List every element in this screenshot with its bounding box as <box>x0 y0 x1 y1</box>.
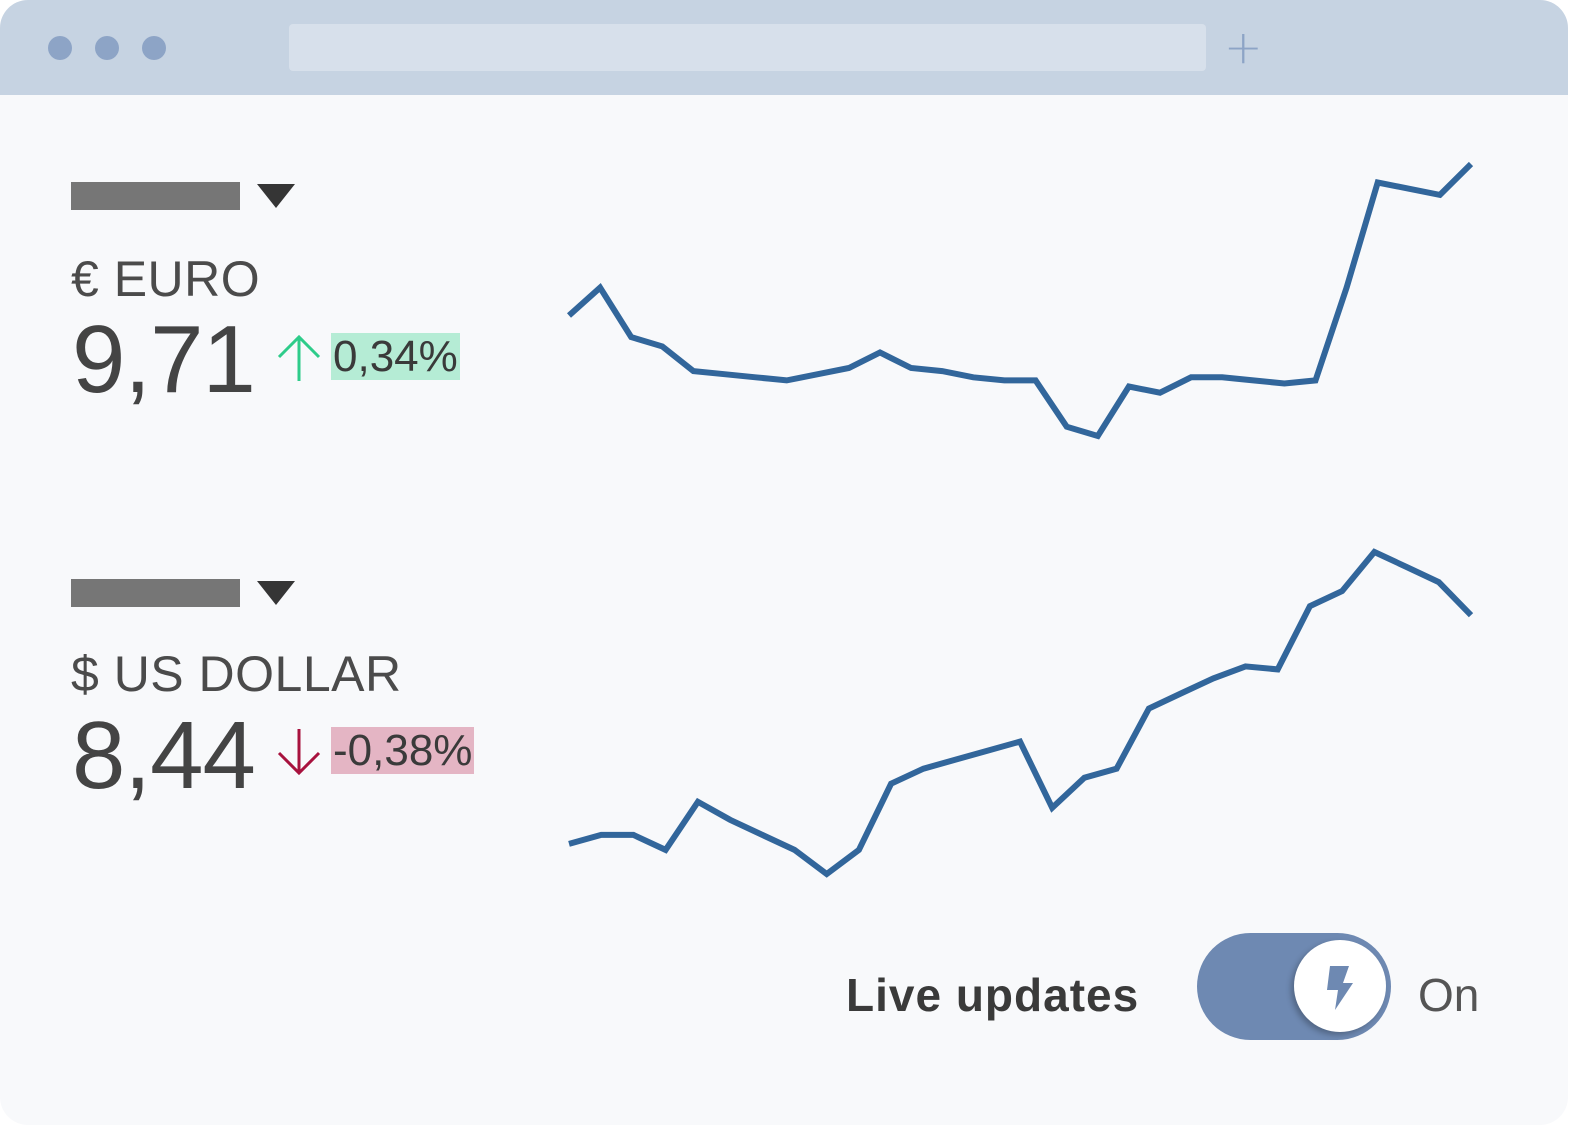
change-badge-usd: -0,38% <box>331 726 475 775</box>
currency-selector-usd[interactable] <box>71 579 311 609</box>
sparkline-path <box>568 548 1474 878</box>
rate-value-euro: 9,71 <box>72 306 256 413</box>
toggle-knob[interactable] <box>1294 940 1386 1032</box>
minimize-window-dot[interactable] <box>95 36 119 60</box>
app-window: + € EURO 9,71 0,34% $ US DOLLAR 8,44 -0,… <box>0 0 1568 1125</box>
selector-placeholder-bar <box>71 579 240 607</box>
caret-down-icon <box>257 581 295 605</box>
close-window-dot[interactable] <box>48 36 72 60</box>
change-badge-euro: 0,34% <box>331 332 460 381</box>
sparkline-euro <box>566 161 1474 440</box>
live-updates-label: Live updates <box>846 969 1140 1021</box>
currency-name-usd: $ US DOLLAR <box>71 646 402 702</box>
new-tab-button[interactable]: + <box>1224 18 1263 76</box>
selector-placeholder-bar <box>71 182 240 210</box>
address-bar[interactable] <box>289 24 1206 71</box>
caret-down-icon <box>257 184 295 208</box>
sparkline-path <box>566 161 1474 440</box>
currency-name-euro: € EURO <box>71 251 261 307</box>
arrow-down-icon <box>277 729 321 776</box>
currency-selector-euro[interactable] <box>71 182 311 212</box>
browser-titlebar: + <box>0 0 1568 95</box>
maximize-window-dot[interactable] <box>142 36 166 60</box>
sparkline-usd <box>568 548 1474 878</box>
arrow-up-icon <box>277 334 321 381</box>
lightning-bolt-icon <box>1327 966 1353 1010</box>
rate-value-usd: 8,44 <box>72 702 256 809</box>
toggle-state-text: On <box>1418 969 1480 1021</box>
